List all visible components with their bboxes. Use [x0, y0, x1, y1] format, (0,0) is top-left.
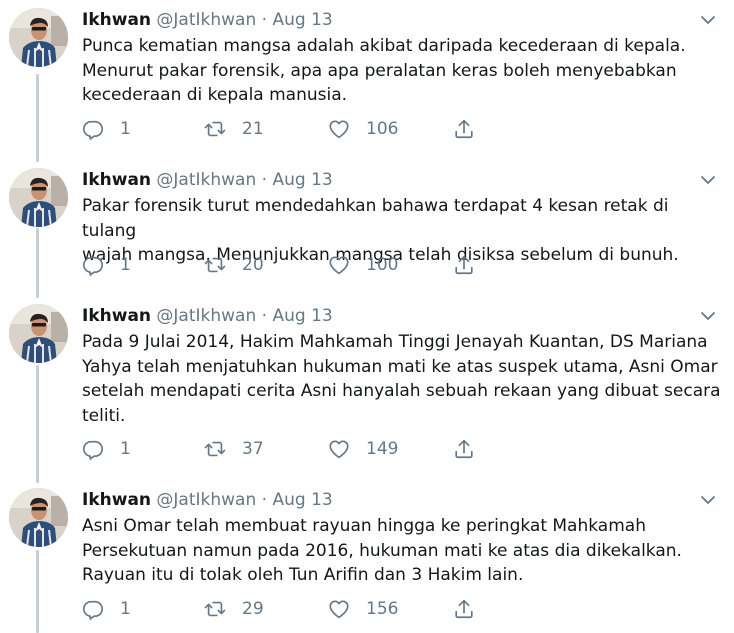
separator: ·	[261, 490, 268, 510]
tweet-actions: 1 37 149	[82, 437, 502, 461]
tweet-text-line: Rayuan itu di tolak oleh Tun Arifin dan …	[82, 565, 524, 585]
reply-icon	[82, 254, 104, 276]
reply-icon	[82, 598, 104, 620]
avatar[interactable]	[9, 304, 68, 363]
like-count: 149	[366, 439, 399, 459]
author-name[interactable]: Ikhwan	[82, 170, 151, 190]
reply-button[interactable]: 1	[82, 117, 131, 141]
retweet-button[interactable]: 37	[204, 437, 264, 461]
tweet[interactable]: Ikhwan @JatIkhwan · Aug 13 Pakar forensi…	[0, 168, 734, 293]
like-button[interactable]: 106	[328, 117, 398, 141]
share-button[interactable]	[453, 437, 475, 461]
reply-count: 1	[120, 599, 131, 619]
tweet-text-line: teliti.	[82, 405, 126, 426]
tweet-text-line: Yahya telah menjatuhkan hukuman mati ke …	[82, 356, 718, 377]
like-count: 156	[366, 599, 399, 619]
tweet-date[interactable]: Aug 13	[272, 490, 332, 510]
chevron-down-icon[interactable]	[700, 308, 716, 324]
retweet-count: 21	[242, 119, 264, 139]
share-icon	[453, 598, 475, 620]
retweet-count: 29	[242, 599, 264, 619]
retweet-icon	[204, 254, 226, 276]
avatar[interactable]	[9, 488, 68, 547]
share-button[interactable]	[453, 597, 475, 621]
tweet-actions: 1 20 100	[82, 253, 502, 277]
tweet-text-line: setelah mendapati cerita Asni hanyalah s…	[82, 381, 721, 401]
chevron-down-icon[interactable]	[700, 12, 716, 28]
tweet-header: Ikhwan @JatIkhwan · Aug 13	[82, 8, 333, 32]
reply-icon	[82, 118, 104, 140]
like-icon	[328, 438, 350, 460]
separator: ·	[261, 170, 268, 190]
share-icon	[453, 438, 475, 460]
tweet-date[interactable]: Aug 13	[272, 10, 332, 30]
like-button[interactable]: 100	[328, 253, 398, 277]
retweet-count: 20	[242, 255, 264, 275]
like-icon	[328, 118, 350, 140]
like-button[interactable]: 149	[328, 437, 398, 461]
tweet-header: Ikhwan @JatIkhwan · Aug 13	[82, 488, 333, 512]
chevron-down-icon[interactable]	[700, 492, 716, 508]
tweet-text-line: Persekutuan namun pada 2016, hukuman mat…	[82, 540, 682, 561]
tweet-date[interactable]: Aug 13	[272, 170, 332, 190]
like-count: 106	[366, 119, 399, 139]
reply-count: 1	[120, 119, 131, 139]
retweet-button[interactable]: 29	[204, 597, 264, 621]
author-handle[interactable]: @JatIkhwan	[156, 170, 256, 190]
share-button[interactable]	[453, 117, 475, 141]
author-handle[interactable]: @JatIkhwan	[156, 306, 256, 326]
tweet[interactable]: Ikhwan @JatIkhwan · Aug 13 Punca kematia…	[0, 8, 734, 158]
tweet-header: Ikhwan @JatIkhwan · Aug 13	[82, 304, 333, 328]
tweet-actions: 1 29 156	[82, 597, 502, 621]
author-name[interactable]: Ikhwan	[82, 10, 151, 30]
tweet-text-line: Menurut pakar forensik, apa apa peralata…	[82, 60, 677, 81]
reply-button[interactable]: 1	[82, 253, 131, 277]
tweet-actions: 1 21 106	[82, 117, 502, 141]
author-handle[interactable]: @JatIkhwan	[156, 10, 256, 30]
tweet-text: Punca kematian mangsa adalah akibat dari…	[82, 34, 722, 108]
retweet-button[interactable]: 20	[204, 253, 264, 277]
share-icon	[453, 254, 475, 276]
like-count: 100	[366, 255, 399, 275]
tweet[interactable]: Ikhwan @JatIkhwan · Aug 13 Asni Omar tel…	[0, 488, 734, 633]
retweet-icon	[204, 598, 226, 620]
retweet-button[interactable]: 21	[204, 117, 264, 141]
chevron-down-icon[interactable]	[700, 172, 716, 188]
separator: ·	[261, 10, 268, 30]
tweet-text-line: Asni Omar telah membuat rayuan hingga ke…	[82, 516, 646, 536]
reply-icon	[82, 438, 104, 460]
retweet-count: 37	[242, 439, 264, 459]
tweet-text-line: kecederaan di kepala manusia.	[82, 85, 348, 105]
tweet-text-line: Punca kematian mangsa adalah akibat dari…	[82, 36, 686, 56]
tweet-text: Asni Omar telah membuat rayuan hingga ke…	[82, 514, 722, 588]
tweet-text-line: Pakar forensik turut mendedahkan bahawa …	[82, 196, 669, 241]
reply-count: 1	[120, 439, 131, 459]
tweet-text: Pada 9 Julai 2014, Hakim Mahkamah Tinggi…	[82, 330, 722, 428]
avatar[interactable]	[9, 168, 68, 227]
share-button[interactable]	[453, 253, 475, 277]
reply-button[interactable]: 1	[82, 437, 131, 461]
tweet-text-line: Pada 9 Julai 2014, Hakim Mahkamah Tinggi…	[82, 332, 708, 352]
separator: ·	[261, 306, 268, 326]
tweet-date[interactable]: Aug 13	[272, 306, 332, 326]
like-icon	[328, 598, 350, 620]
retweet-icon	[204, 438, 226, 460]
share-icon	[453, 118, 475, 140]
like-icon	[328, 254, 350, 276]
tweet-header: Ikhwan @JatIkhwan · Aug 13	[82, 168, 333, 192]
author-name[interactable]: Ikhwan	[82, 306, 151, 326]
avatar[interactable]	[9, 8, 68, 67]
retweet-icon	[204, 118, 226, 140]
reply-count: 1	[120, 255, 131, 275]
like-button[interactable]: 156	[328, 597, 398, 621]
tweet[interactable]: Ikhwan @JatIkhwan · Aug 13 Pada 9 Julai …	[0, 304, 734, 479]
reply-button[interactable]: 1	[82, 597, 131, 621]
author-handle[interactable]: @JatIkhwan	[156, 490, 256, 510]
author-name[interactable]: Ikhwan	[82, 490, 151, 510]
